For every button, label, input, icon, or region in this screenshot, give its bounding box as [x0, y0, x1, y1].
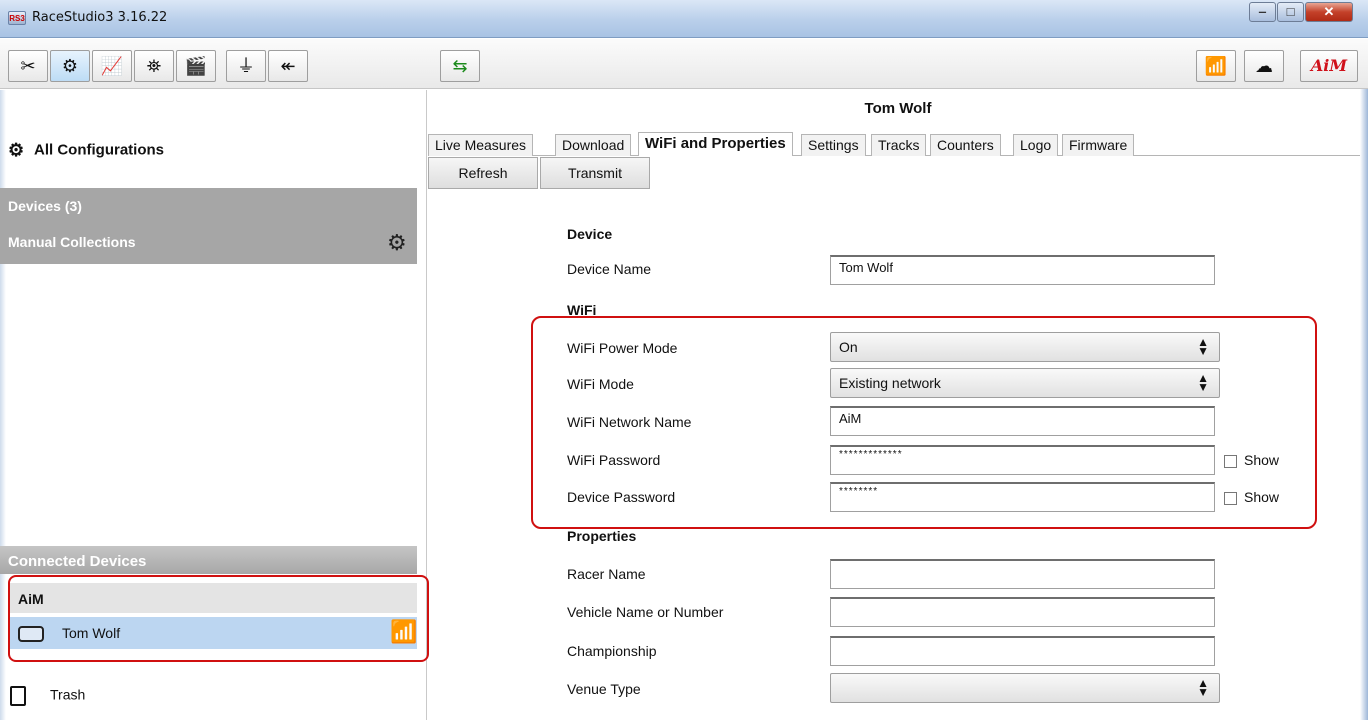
- tab-download[interactable]: Download: [555, 134, 632, 156]
- transfer-icon[interactable]: ⇆: [440, 50, 480, 82]
- close-button[interactable]: ✕: [1305, 2, 1353, 22]
- tab-logo[interactable]: Logo: [1013, 134, 1059, 156]
- championship-label: Championship: [567, 643, 657, 659]
- cloud-download-icon[interactable]: ☁: [1244, 50, 1284, 82]
- venue-type-select[interactable]: ▲ ▼: [830, 673, 1220, 703]
- window-edge-left: [0, 90, 6, 720]
- analysis-icon[interactable]: 📈: [92, 50, 132, 82]
- connected-devices-header: Connected Devices: [0, 546, 417, 574]
- tab-tracks[interactable]: Tracks: [871, 134, 927, 156]
- minimize-button[interactable]: ‒: [1249, 2, 1276, 22]
- settings-tools-icon[interactable]: ✂: [8, 50, 48, 82]
- trash-icon: [10, 686, 26, 706]
- tab-settings[interactable]: Settings: [801, 134, 866, 156]
- vehicle-name-field[interactable]: [830, 597, 1215, 627]
- tab-counters[interactable]: Counters: [930, 134, 1001, 156]
- select-arrows-icon: ▲ ▼: [1197, 676, 1209, 699]
- all-configurations-label: All Configurations: [34, 141, 164, 159]
- manual-collections-header[interactable]: Manual Collections: [8, 234, 136, 250]
- transmit-button[interactable]: Transmit: [540, 157, 650, 189]
- device-section-title: Device: [567, 226, 613, 242]
- connected-devices-label: Connected Devices: [8, 553, 147, 570]
- devices-panel: Devices (3) Manual Collections ⚙: [0, 188, 417, 264]
- vehicle-name-label: Vehicle Name or Number: [567, 604, 724, 620]
- wifi-icon[interactable]: 📶: [1196, 50, 1236, 82]
- video-icon[interactable]: 🎬: [176, 50, 216, 82]
- racer-name-label: Racer Name: [567, 566, 646, 582]
- aim-logo-button[interactable]: AiM: [1300, 50, 1358, 82]
- maximize-button[interactable]: □: [1277, 2, 1304, 22]
- configurations-icon[interactable]: ⚙: [50, 50, 90, 82]
- highlight-box-wifi: [531, 316, 1317, 529]
- highlight-box-device: [8, 575, 429, 662]
- tab-live-measures[interactable]: Live Measures: [428, 134, 534, 156]
- trash-item[interactable]: Trash: [10, 686, 85, 706]
- all-configurations-item[interactable]: ⚙ All Configurations: [8, 140, 164, 161]
- properties-section-title: Properties: [567, 528, 637, 544]
- devices-header[interactable]: Devices (3): [8, 198, 82, 214]
- app-icon: RS3: [8, 11, 26, 25]
- device-name-field-label: Device Name: [567, 261, 652, 277]
- tab-firmware[interactable]: Firmware: [1062, 134, 1135, 156]
- venue-type-label: Venue Type: [567, 681, 641, 697]
- window-edge-right: [1360, 89, 1368, 720]
- refresh-button[interactable]: Refresh: [428, 157, 538, 189]
- sensor-icon[interactable]: ⏚: [226, 50, 266, 82]
- gears-icon: ⚙: [8, 140, 25, 160]
- main-toolbar: ✂ ⚙ 📈 ⛯ 🎬 ⏚ ↞ ⇆ 📶 ☁ AiM: [0, 39, 1368, 89]
- device-title: Tom Wolf: [864, 100, 932, 117]
- racer-name-field[interactable]: [830, 559, 1215, 589]
- tracks-icon[interactable]: ⛯: [134, 50, 174, 82]
- championship-field[interactable]: [830, 636, 1215, 666]
- device-name-field[interactable]: Tom Wolf: [830, 255, 1215, 285]
- add-device-icon[interactable]: ↞: [268, 50, 308, 82]
- tab-wifi-and-properties[interactable]: WiFi and Properties: [638, 132, 793, 156]
- gear-icon[interactable]: ⚙: [387, 230, 407, 256]
- title-bar: RS3 RaceStudio3 3.16.22 ‒ □ ✕: [0, 0, 1368, 38]
- window-title: RaceStudio3 3.16.22: [32, 10, 168, 25]
- trash-label: Trash: [50, 686, 86, 703]
